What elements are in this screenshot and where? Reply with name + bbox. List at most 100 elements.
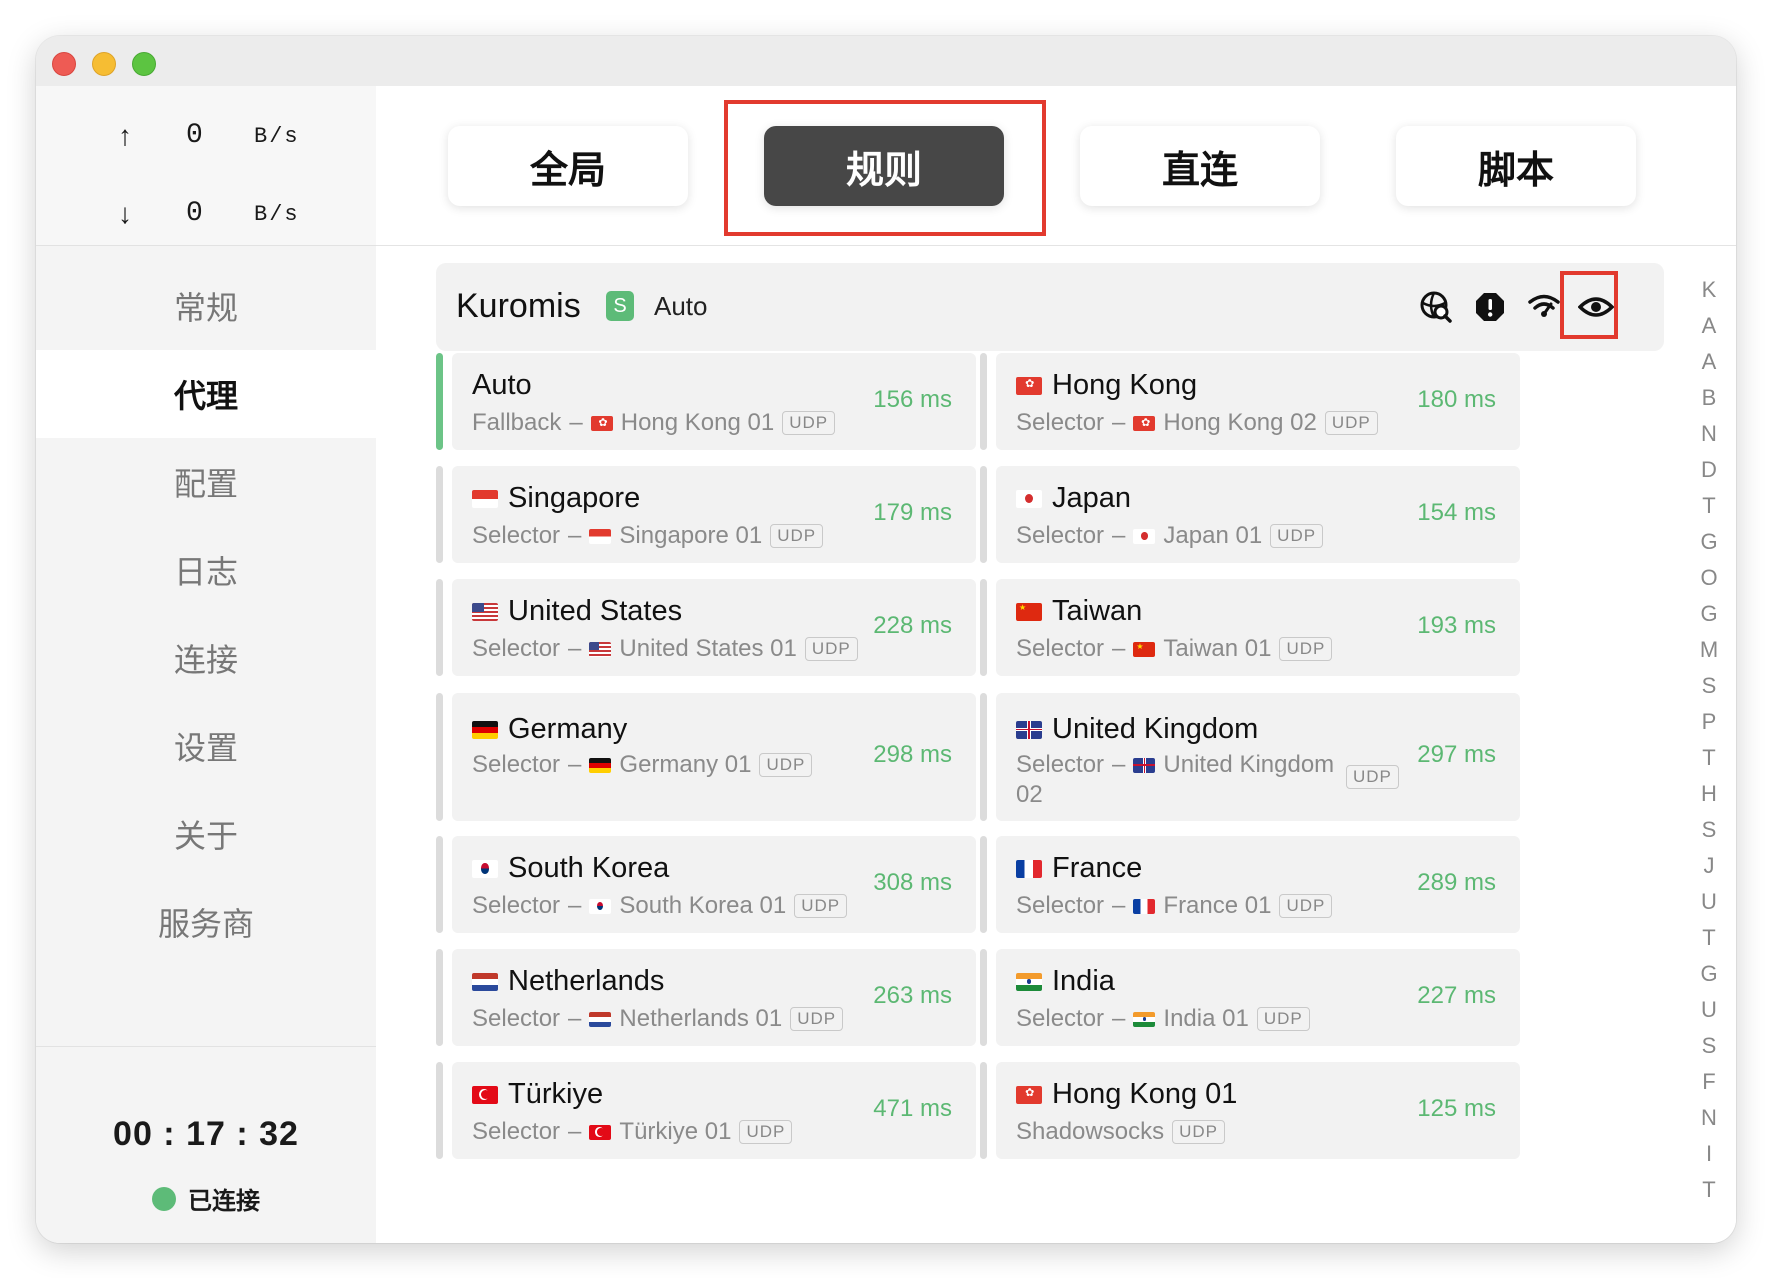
latency-label[interactable]: 156 ms (873, 386, 952, 414)
index-letter[interactable]: T (1694, 1177, 1724, 1203)
index-letter[interactable]: U (1694, 889, 1724, 915)
proxy-name: Japan (1052, 482, 1132, 514)
proxy-type: Selector (472, 751, 561, 778)
index-letter[interactable]: N (1694, 421, 1724, 447)
latency-label[interactable]: 298 ms (873, 741, 952, 769)
mode-global-button[interactable]: 全局 (448, 126, 688, 206)
index-letter[interactable]: N (1694, 1105, 1724, 1131)
index-letter[interactable]: G (1694, 529, 1724, 555)
sidebar-item-general[interactable]: 常规 (36, 262, 376, 350)
latency-label[interactable]: 154 ms (1417, 499, 1496, 527)
index-letter[interactable]: S (1694, 1033, 1724, 1059)
mode-script-button[interactable]: 脚本 (1396, 126, 1636, 206)
sidebar-item-profiles[interactable]: 配置 (36, 438, 376, 526)
separator: – (568, 635, 582, 662)
proxy-detail-row: Selector – ★ Taiwan 01 UDP (1016, 635, 1333, 663)
proxy-card[interactable]: Türkiye Selector – Türkiye 01 UDP 471 ms (436, 1062, 976, 1159)
proxy-name-row: Netherlands (472, 965, 664, 998)
proxy-name: Taiwan (1052, 595, 1143, 627)
latency-label[interactable]: 263 ms (873, 982, 952, 1010)
latency-label[interactable]: 179 ms (873, 499, 952, 527)
index-letter[interactable]: A (1694, 313, 1724, 339)
proxy-card[interactable]: Singapore Selector – Singapore 01 UDP 179 ms (436, 466, 976, 563)
proxy-detail-row: Selector – United States 01 UDP (472, 635, 858, 663)
index-letter[interactable]: G (1694, 601, 1724, 627)
index-letter[interactable]: D (1694, 457, 1724, 483)
index-letter[interactable]: G (1694, 961, 1724, 987)
latency-label[interactable]: 297 ms (1417, 741, 1496, 769)
index-letter[interactable]: M (1694, 637, 1724, 663)
close-window-button[interactable] (52, 52, 76, 76)
card-indicator (436, 579, 443, 676)
search-globe-icon[interactable] (1418, 289, 1454, 325)
card-indicator (980, 353, 987, 450)
latency-label[interactable]: 180 ms (1417, 386, 1496, 414)
kr-flag-icon (589, 898, 612, 914)
proxy-card[interactable]: ✿ Hong Kong 01 Shadowsocks UDP 125 ms (980, 1062, 1520, 1159)
proxy-card[interactable]: France Selector – France 01 UDP 289 ms (980, 836, 1520, 933)
proxy-type: Selector (1016, 751, 1105, 778)
selected-node: Hong Kong 01 (620, 409, 775, 436)
index-letter[interactable]: U (1694, 997, 1724, 1023)
index-letter[interactable]: H (1694, 781, 1724, 807)
separator: – (1112, 635, 1126, 662)
de-flag-icon (589, 757, 612, 773)
latency-label[interactable]: 125 ms (1417, 1095, 1496, 1123)
proxy-name-row: United States (472, 595, 682, 628)
proxy-card[interactable]: United States Selector – United States 01 UD… (436, 579, 976, 676)
latency-label[interactable]: 289 ms (1417, 869, 1496, 897)
index-letter[interactable]: F (1694, 1069, 1724, 1095)
index-letter[interactable]: I (1694, 1141, 1724, 1167)
separator: – (569, 409, 583, 436)
nl-flag-icon (472, 972, 498, 991)
minimize-window-button[interactable] (92, 52, 116, 76)
latency-label[interactable]: 227 ms (1417, 982, 1496, 1010)
proxy-card[interactable]: Japan Selector – Japan 01 UDP 154 ms (980, 466, 1520, 563)
proxy-card[interactable]: ★ Taiwan Selector – ★ Taiwan 01 UDP 193 ms (980, 579, 1520, 676)
index-letter[interactable]: T (1694, 493, 1724, 519)
index-letter[interactable]: B (1694, 385, 1724, 411)
index-letter[interactable]: T (1694, 925, 1724, 951)
latency-label[interactable]: 471 ms (873, 1095, 952, 1123)
sidebar-item-proxy[interactable]: 代理 (36, 350, 376, 438)
index-letter[interactable]: J (1694, 853, 1724, 879)
index-letter[interactable]: P (1694, 709, 1724, 735)
proxy-card[interactable]: Auto Fallback – ✿ Hong Kong 01 UDP 156 ms (436, 353, 976, 450)
proxy-card[interactable]: South Korea Selector – South Korea 01 UDP 308… (436, 836, 976, 933)
us-flag-icon (472, 602, 498, 621)
sidebar-item-connections[interactable]: 连接 (36, 614, 376, 702)
sidebar-item-about[interactable]: 关于 (36, 790, 376, 878)
wifi-test-icon[interactable] (1526, 289, 1562, 325)
app-window: ↑ 0 B/s ↓ 0 B/s 常规 代理 配置 日志 连接 设置 关于 服务商 00 : 1… (36, 36, 1736, 1243)
index-letter[interactable]: S (1694, 673, 1724, 699)
latency-label[interactable]: 228 ms (873, 612, 952, 640)
index-letter[interactable]: S (1694, 817, 1724, 843)
sidebar-item-logs[interactable]: 日志 (36, 526, 376, 614)
proxy-card[interactable]: Germany Selector – Germany 01 UDP 298 ms (436, 693, 976, 821)
proxy-card[interactable]: Netherlands Selector – Netherlands 01 UDP 263… (436, 949, 976, 1046)
proxy-detail-row: Shadowsocks UDP (1016, 1118, 1225, 1146)
index-letter[interactable]: K (1694, 277, 1724, 303)
proxy-card[interactable]: ✿ Hong Kong Selector – ✿ Hong Kong 02 UDP 180 m… (980, 353, 1520, 450)
kr-flag-icon (472, 859, 498, 878)
alert-icon[interactable] (1472, 289, 1508, 325)
proxy-name: South Korea (508, 852, 670, 884)
index-letter[interactable]: O (1694, 565, 1724, 591)
group-type-badge: S (606, 291, 634, 321)
sg-flag-icon (589, 528, 612, 544)
sidebar-item-provider[interactable]: 服务商 (36, 878, 376, 966)
proxy-name-row: Singapore (472, 482, 640, 515)
proxy-card[interactable]: United Kingdom Selector – United Kingdom 02 U… (980, 693, 1520, 821)
separator: – (568, 1005, 582, 1032)
sidebar-item-settings[interactable]: 设置 (36, 702, 376, 790)
mode-direct-button[interactable]: 直连 (1080, 126, 1320, 206)
proxy-group-header[interactable]: Kuromis S Auto (436, 263, 1664, 351)
latency-label[interactable]: 193 ms (1417, 612, 1496, 640)
proxy-type: Selector (472, 1118, 561, 1145)
udp-badge: UDP (804, 637, 858, 661)
index-letter[interactable]: A (1694, 349, 1724, 375)
zoom-window-button[interactable] (132, 52, 156, 76)
index-letter[interactable]: T (1694, 745, 1724, 771)
proxy-card[interactable]: India Selector – India 01 UDP 227 ms (980, 949, 1520, 1046)
latency-label[interactable]: 308 ms (873, 869, 952, 897)
